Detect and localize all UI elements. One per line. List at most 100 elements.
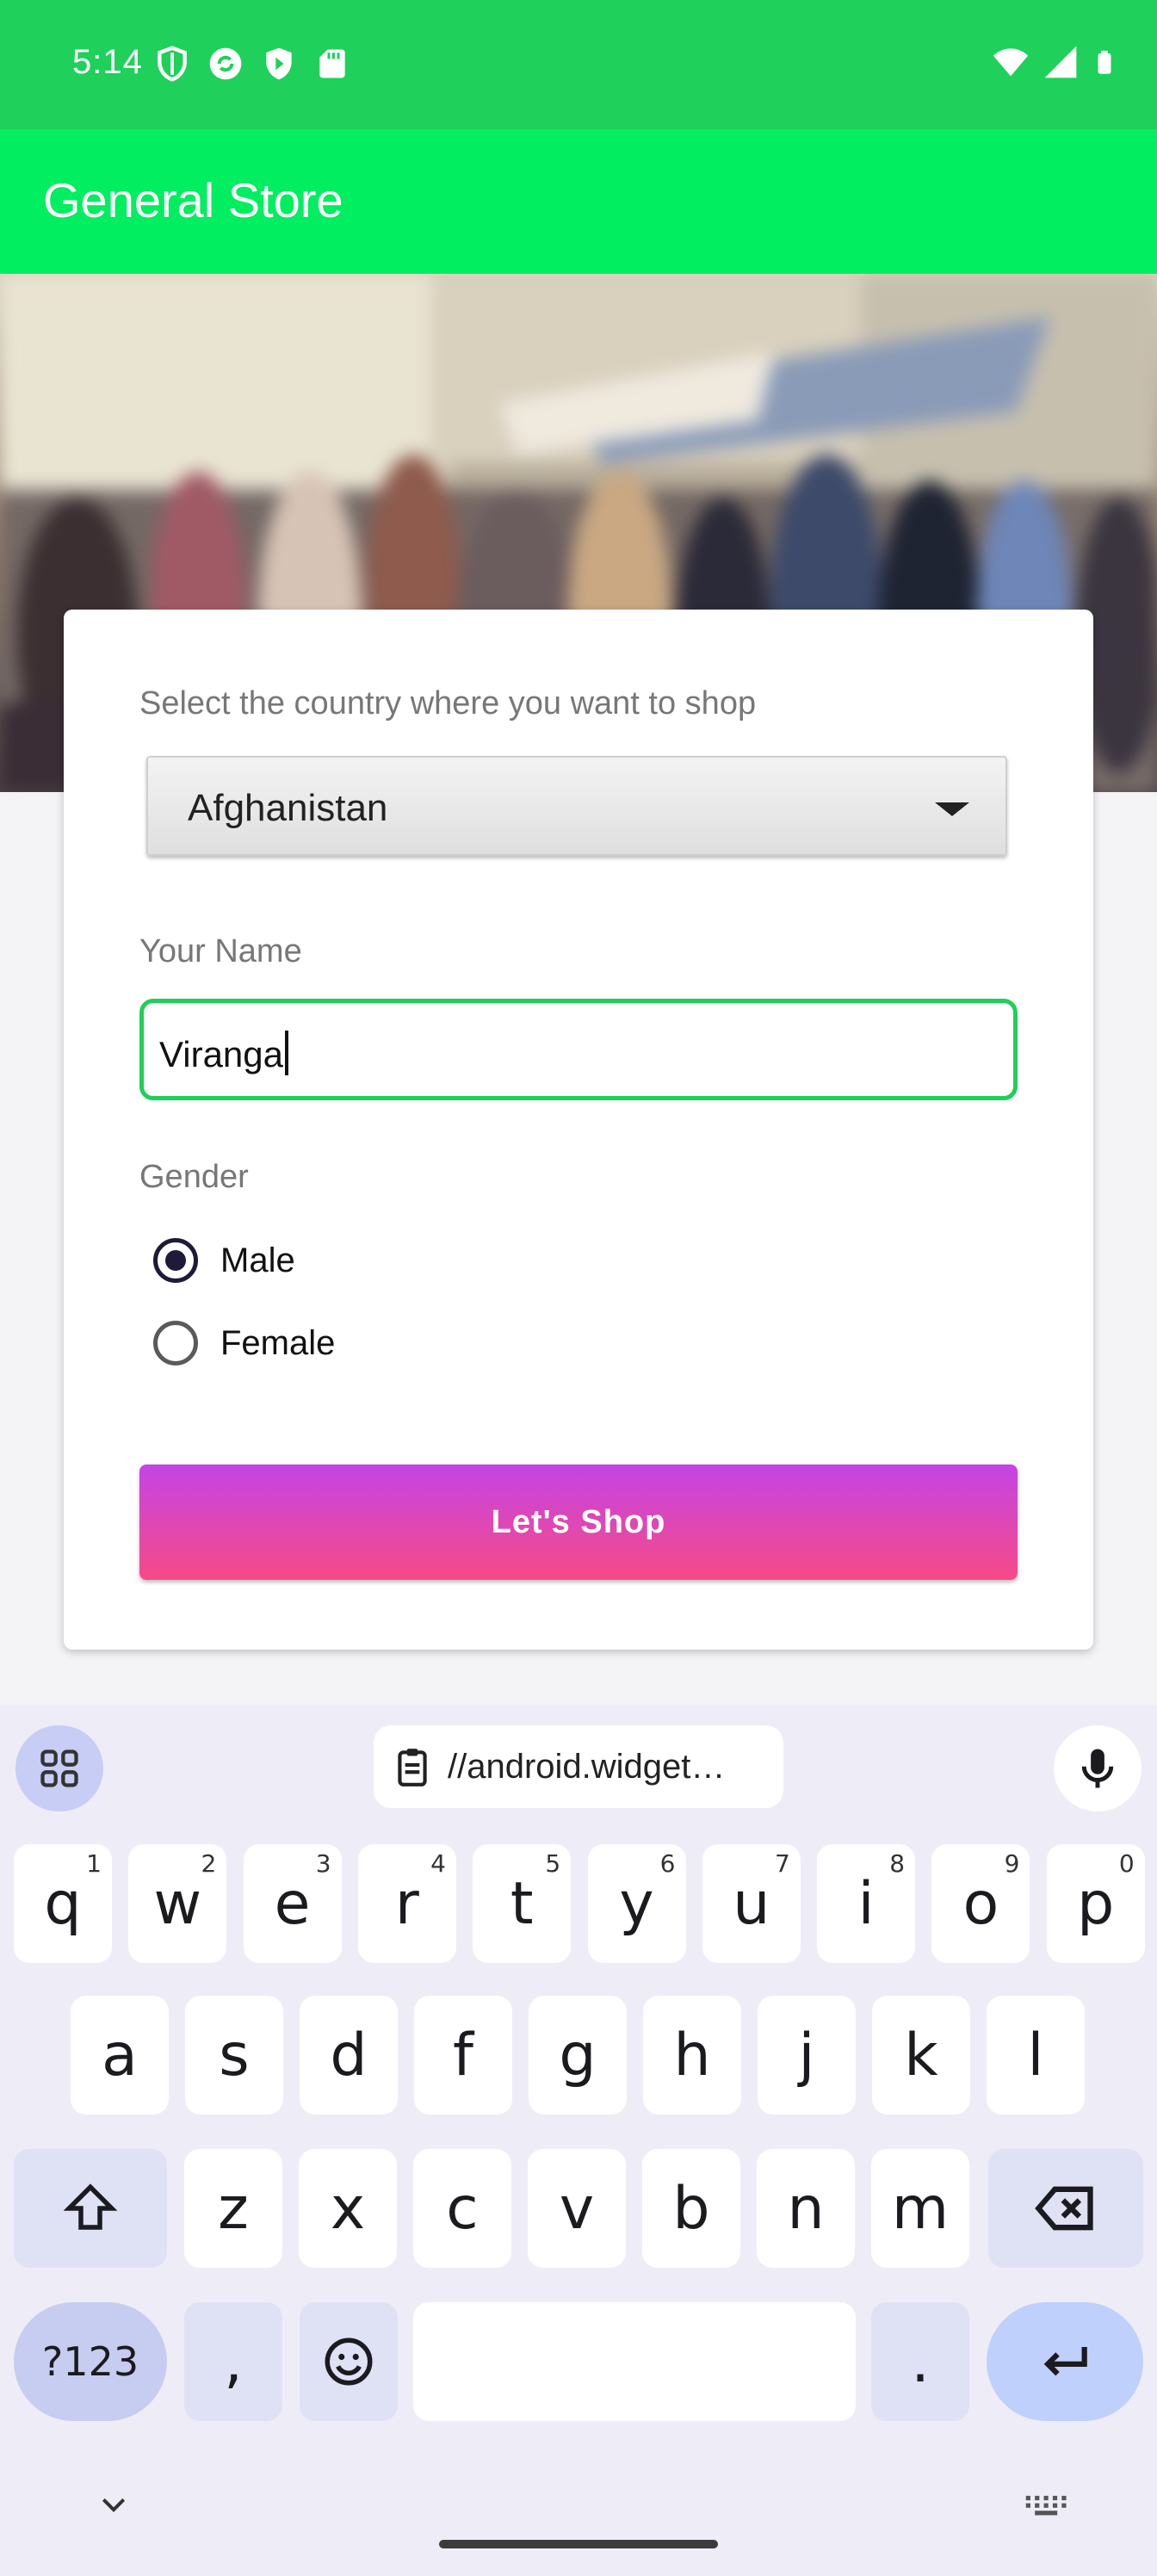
microphone-icon (1081, 1749, 1114, 1788)
country-dropdown-value: Afghanistan (188, 787, 388, 829)
status-icons-right (992, 43, 1117, 81)
signal-icon (1044, 46, 1077, 78)
key-label: p (1077, 1869, 1115, 1938)
app-title: General Store (43, 173, 343, 227)
key-hint: 5 (545, 1849, 561, 1878)
key-hint: 6 (659, 1849, 676, 1878)
country-dropdown[interactable]: Afghanistan (146, 756, 1007, 856)
radio-female[interactable]: Female (153, 1321, 335, 1365)
key-label: e (274, 1869, 311, 1938)
key-i[interactable]: i8 (817, 1844, 916, 1963)
key-h[interactable]: h (643, 1996, 741, 2115)
keyboard-switch-icon[interactable] (1024, 2493, 1069, 2519)
play-protect-icon (266, 47, 292, 80)
key-u[interactable]: u7 (702, 1844, 801, 1963)
key-z[interactable]: z (184, 2149, 282, 2268)
form-card: Select the country where you want to sho… (64, 610, 1093, 1650)
key-hint: 1 (86, 1849, 102, 1878)
keyboard-menu-button[interactable] (15, 1725, 103, 1811)
symbols-key[interactable]: ?123 (14, 2302, 167, 2421)
name-label: Your Name (139, 933, 302, 969)
sd-card-icon (319, 49, 345, 78)
wifi-icon (993, 48, 1029, 77)
emoji-icon (325, 2338, 373, 2386)
voice-input-button[interactable] (1054, 1725, 1142, 1811)
name-input[interactable]: Viranga (139, 999, 1018, 1100)
key-e[interactable]: e3 (243, 1844, 342, 1963)
key-label: w (153, 1869, 202, 1938)
space-key[interactable] (413, 2302, 856, 2421)
enter-icon (1043, 2347, 1087, 2376)
key-hint: 7 (774, 1849, 790, 1878)
radio-female-label: Female (220, 1323, 336, 1362)
backspace-icon (1035, 2186, 1093, 2231)
comma-key[interactable]: , (184, 2302, 282, 2421)
text-cursor (285, 1031, 289, 1075)
gender-label: Gender (139, 1159, 249, 1195)
shift-key[interactable] (14, 2149, 167, 2268)
key-a[interactable]: a (71, 1996, 169, 2115)
hide-keyboard-icon[interactable] (96, 2488, 131, 2523)
key-s[interactable]: s (185, 1996, 283, 2115)
enter-key[interactable] (987, 2302, 1143, 2421)
key-o[interactable]: o9 (931, 1844, 1030, 1963)
dropdown-arrow-icon (935, 802, 969, 816)
app-bar: General Store (0, 129, 1157, 274)
soft-keyboard: //android.widget… q1w2e3r4t5y6u7i8o9p0 a… (0, 1705, 1157, 2576)
key-c[interactable]: c (413, 2149, 511, 2268)
key-hint: 8 (889, 1849, 906, 1878)
key-hint: 2 (201, 1849, 217, 1878)
key-label: r (394, 1869, 419, 1938)
key-v[interactable]: v (528, 2149, 626, 2268)
key-x[interactable]: x (299, 2149, 397, 2268)
shield-icon (158, 46, 187, 82)
key-n[interactable]: n (757, 2149, 855, 2268)
status-bar: 5:14 (0, 0, 1157, 129)
key-hint: 3 (315, 1849, 331, 1878)
key-label: t (510, 1869, 534, 1938)
key-d[interactable]: d (300, 1996, 398, 2115)
radio-unchecked-icon (153, 1321, 198, 1365)
key-p[interactable]: p0 (1046, 1844, 1145, 1963)
key-y[interactable]: y6 (587, 1844, 686, 1963)
backspace-key[interactable] (988, 2149, 1143, 2268)
key-label: u (733, 1869, 770, 1938)
key-g[interactable]: g (529, 1996, 627, 2115)
key-r[interactable]: r4 (357, 1844, 456, 1963)
key-t[interactable]: t5 (473, 1844, 572, 1963)
key-label: q (44, 1869, 82, 1938)
clipboard-text: //android.widget… (448, 1747, 726, 1786)
key-f[interactable]: f (414, 1996, 512, 2115)
shift-icon (63, 2183, 118, 2230)
key-q[interactable]: q1 (14, 1844, 112, 1963)
key-l[interactable]: l (987, 1996, 1085, 2115)
key-label: i (857, 1869, 875, 1938)
key-hint: 4 (430, 1849, 446, 1878)
status-icons-left (153, 45, 351, 83)
name-input-text: Viranga (159, 1031, 289, 1075)
apps-grid-icon (40, 1749, 78, 1787)
key-w[interactable]: w2 (128, 1844, 227, 1963)
key-label: o (962, 1869, 999, 1938)
home-indicator[interactable] (439, 2540, 718, 2548)
status-time: 5:14 (72, 43, 143, 81)
radio-male[interactable]: Male (153, 1238, 295, 1283)
radio-male-label: Male (220, 1241, 295, 1279)
period-key[interactable]: . (871, 2302, 969, 2421)
key-hint: 9 (1004, 1849, 1020, 1878)
sync-icon (209, 47, 242, 80)
emoji-key[interactable] (300, 2302, 398, 2421)
key-hint: 0 (1118, 1849, 1135, 1878)
clipboard-suggestion[interactable]: //android.widget… (374, 1725, 783, 1808)
key-b[interactable]: b (642, 2149, 740, 2268)
key-j[interactable]: j (758, 1996, 856, 2115)
battery-icon (1098, 50, 1111, 74)
clipboard-icon (398, 1749, 427, 1786)
key-label: y (619, 1869, 654, 1938)
key-m[interactable]: m (871, 2149, 969, 2268)
country-label: Select the country where you want to sho… (139, 685, 757, 721)
name-value: Viranga (159, 1034, 284, 1074)
lets-shop-button[interactable]: Let's Shop (139, 1464, 1018, 1580)
key-k[interactable]: k (872, 1996, 970, 2115)
radio-checked-icon (153, 1238, 198, 1283)
